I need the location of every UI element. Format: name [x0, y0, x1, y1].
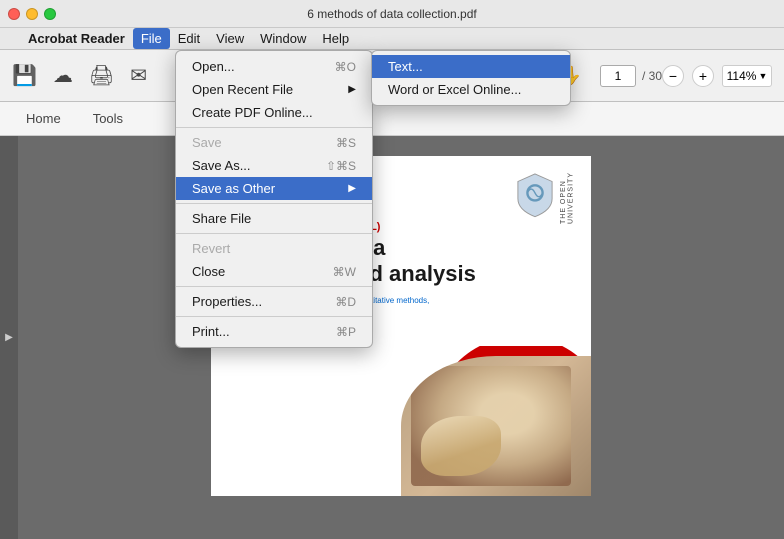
zoom-dropdown-icon: ▼ — [758, 71, 767, 81]
menu-save-shortcut: ⌘S — [336, 136, 356, 150]
submenu-word-excel-label: Word or Excel Online... — [388, 82, 521, 97]
save-other-submenu: Text... Word or Excel Online... — [371, 50, 571, 106]
page-number-input[interactable] — [600, 65, 636, 87]
menu-save-as-label: Save As... — [192, 158, 251, 173]
menu-save-label: Save — [192, 135, 222, 150]
menu-create-pdf-label: Create PDF Online... — [192, 105, 313, 120]
menu-apple[interactable] — [4, 28, 20, 49]
zoom-level[interactable]: 114% ▼ — [722, 65, 772, 87]
submenu-word-excel[interactable]: Word or Excel Online... — [372, 78, 570, 101]
file-menu: Open... ⌘O Open Recent File ▶ Create PDF… — [175, 50, 373, 348]
menu-help[interactable]: Help — [314, 28, 357, 49]
menu-open-shortcut: ⌘O — [335, 60, 356, 74]
ou-label: The OpenUniversity — [560, 172, 575, 224]
title-bar: 6 methods of data collection.pdf — [0, 0, 784, 28]
zoom-controls: − + 114% ▼ — [662, 65, 772, 87]
menu-share[interactable]: Share File — [176, 207, 372, 230]
menu-create-pdf[interactable]: Create PDF Online... — [176, 101, 372, 124]
menu-properties[interactable]: Properties... ⌘D — [176, 290, 372, 313]
menu-file[interactable]: File — [133, 28, 170, 49]
pdf-photo — [401, 356, 591, 496]
menu-print[interactable]: Print... ⌘P — [176, 320, 372, 343]
minimize-button[interactable] — [26, 8, 38, 20]
pdf-image-area — [371, 346, 591, 496]
separator-1 — [176, 127, 372, 128]
pdf-content: The OpenUniversity Save the Children ing… — [18, 136, 784, 539]
menu-open-label: Open... — [192, 59, 235, 74]
menu-save-other-label: Save as Other — [192, 181, 275, 196]
menu-open-recent-label: Open Recent File — [192, 82, 293, 97]
submenu-text-label: Text... — [388, 59, 423, 74]
menu-revert-label: Revert — [192, 241, 230, 256]
menu-close[interactable]: Close ⌘W — [176, 260, 372, 283]
menu-view[interactable]: View — [208, 28, 252, 49]
menu-print-label: Print... — [192, 324, 230, 339]
menu-share-label: Share File — [192, 211, 251, 226]
menu-save-other[interactable]: Save as Other ▶ — [176, 177, 372, 200]
floppy-icon: 💾 — [12, 63, 37, 88]
menu-close-label: Close — [192, 264, 225, 279]
menu-window[interactable]: Window — [252, 28, 314, 49]
menu-bar: Acrobat Reader File Edit View Window Hel… — [0, 28, 784, 50]
menu-properties-shortcut: ⌘D — [335, 295, 356, 309]
menu-app-name[interactable]: Acrobat Reader — [20, 28, 133, 49]
page-separator: / 30 — [642, 69, 662, 83]
zoom-out-btn[interactable]: − — [662, 65, 684, 87]
tab-tools[interactable]: Tools — [79, 106, 137, 131]
menu-save-as[interactable]: Save As... ⇧⌘S — [176, 154, 372, 177]
menu-properties-label: Properties... — [192, 294, 262, 309]
shield-icon — [516, 172, 554, 218]
menu-save: Save ⌘S — [176, 131, 372, 154]
menu-print-shortcut: ⌘P — [336, 325, 356, 339]
maximize-button[interactable] — [44, 8, 56, 20]
menu-open[interactable]: Open... ⌘O — [176, 55, 372, 78]
save-other-arrow-icon: ▶ — [348, 183, 356, 194]
separator-5 — [176, 316, 372, 317]
tabs-bar: Home Tools — [0, 102, 784, 136]
zoom-in-btn[interactable]: + — [692, 65, 714, 87]
separator-2 — [176, 203, 372, 204]
mail-tool-btn[interactable]: ✉ — [130, 63, 147, 88]
menu-close-shortcut: ⌘W — [333, 265, 356, 279]
print-icon: 🖨 — [89, 63, 114, 88]
traffic-lights — [8, 8, 56, 20]
submenu-text[interactable]: Text... — [372, 55, 570, 78]
mail-icon: ✉ — [130, 63, 147, 88]
save-tool-btn[interactable]: 💾 — [12, 63, 37, 88]
sidebar-toggle-icon[interactable]: ▶ — [5, 332, 13, 343]
main-area: ▶ The OpenUniversity Save the Children i… — [0, 136, 784, 539]
separator-4 — [176, 286, 372, 287]
menu-revert: Revert — [176, 237, 372, 260]
close-button[interactable] — [8, 8, 20, 20]
menu-edit[interactable]: Edit — [170, 28, 208, 49]
ou-logo: The OpenUniversity — [516, 172, 575, 224]
open-recent-arrow-icon: ▶ — [348, 84, 356, 95]
menu-save-as-shortcut: ⇧⌘S — [326, 159, 356, 173]
sidebar-left: ▶ — [0, 136, 18, 539]
menu-open-recent[interactable]: Open Recent File ▶ — [176, 78, 372, 101]
cloud-icon: ☁ — [53, 63, 73, 88]
print-tool-btn[interactable]: 🖨 — [89, 63, 114, 88]
upload-tool-btn[interactable]: ☁ — [53, 63, 73, 88]
window-title: 6 methods of data collection.pdf — [307, 7, 476, 21]
separator-3 — [176, 233, 372, 234]
tab-home[interactable]: Home — [12, 106, 75, 131]
